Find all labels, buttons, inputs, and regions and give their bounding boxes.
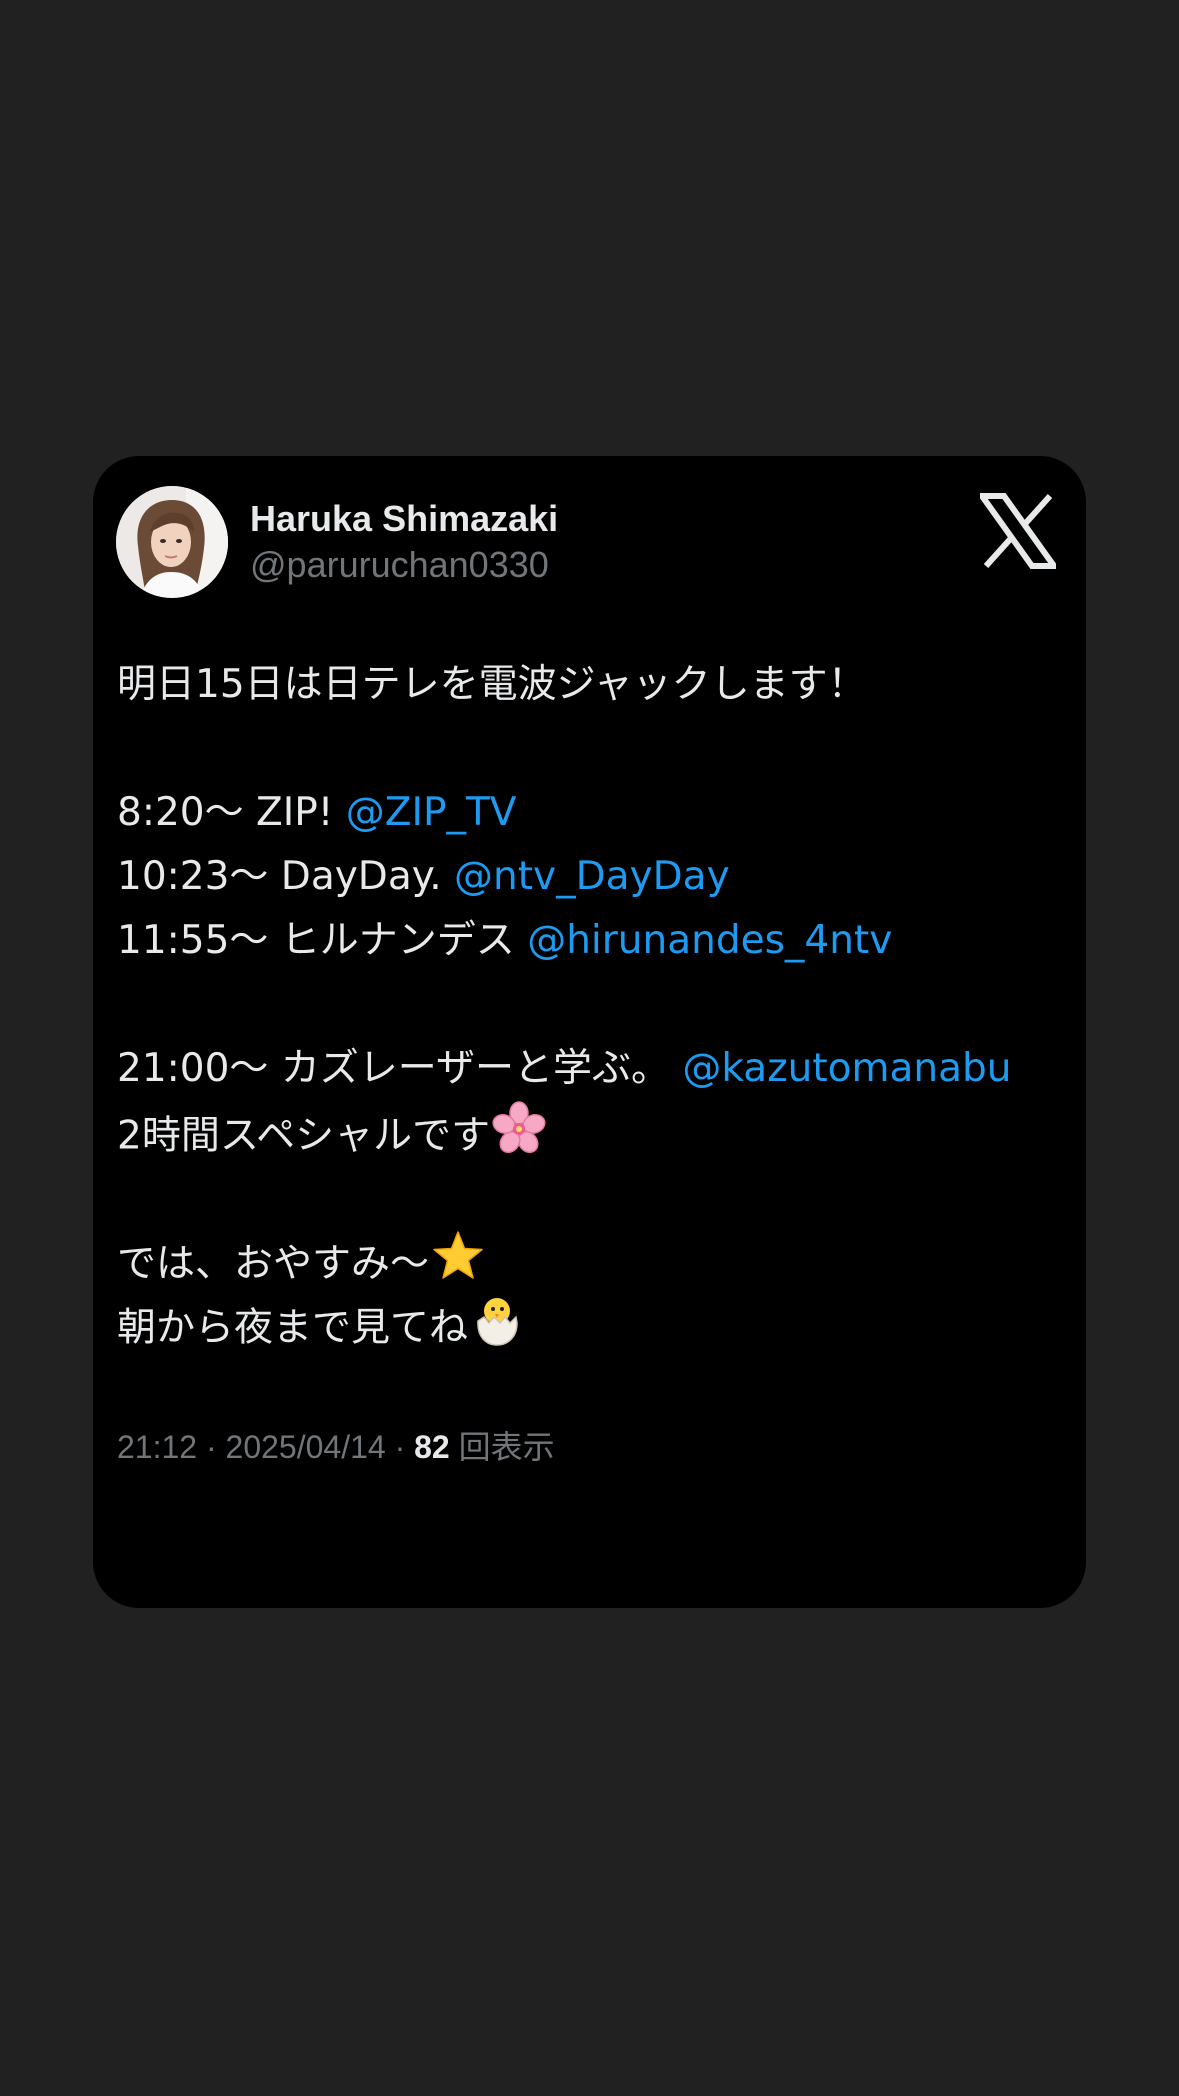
author-display-name[interactable]: Haruka Shimazaki [250, 498, 558, 540]
x-logo-icon[interactable] [976, 493, 1060, 569]
star-icon [431, 1229, 485, 1303]
avatar[interactable] [116, 486, 228, 598]
tweet-line-text: では、おやすみ〜 [117, 1241, 430, 1287]
tweet-text: 明日15日は日テレを電波ジャックします！ 8:20〜 ZIP! @ZIP_TV … [117, 653, 1067, 1357]
tweet-line-text: 朝から夜まで見てね [117, 1305, 469, 1351]
tweet-meta: 21:12 · 2025/04/14 · 82 回表示 [117, 1422, 555, 1468]
tweet-line-text: 明日15日は日テレを電波ジャックします！ [117, 662, 867, 707]
tweet-date[interactable]: 2025/04/14 [226, 1429, 386, 1465]
mention-link-zip-tv[interactable]: @ZIP_TV [346, 790, 517, 835]
avatar-photo-icon [116, 486, 228, 598]
tweet-line: 11:55〜 ヒルナンデス @hirunandes_4ntv [117, 909, 1067, 973]
tweet-line: 10:23〜 DayDay. @ntv_DayDay [117, 845, 1067, 909]
meta-separator: · [197, 1429, 226, 1465]
tweet-line: 2時間スペシャルです [117, 1101, 1067, 1165]
hatching-chick-icon [470, 1293, 524, 1367]
views-label: 回表示 [449, 1429, 555, 1465]
author-handle[interactable]: @paruruchan0330 [250, 544, 549, 586]
program-dayday: 10:23〜 DayDay. [117, 854, 455, 899]
tweet-line: 8:20〜 ZIP! @ZIP_TV [117, 781, 1067, 845]
line-spacer [117, 973, 1067, 1037]
tweet-card: Haruka Shimazaki @paruruchan0330 明日15日は日… [93, 456, 1086, 1608]
program-kazutomanabu: 21:00〜 カズレーザーと学ぶ。 [117, 1046, 683, 1091]
cherry-blossom-icon [492, 1101, 546, 1175]
line-spacer [117, 717, 1067, 781]
meta-separator: · [385, 1429, 415, 1465]
tweet-time[interactable]: 21:12 [117, 1429, 197, 1465]
mention-link-ntv-dayday[interactable]: @ntv_DayDay [454, 854, 730, 899]
tweet-line: 21:00〜 カズレーザーと学ぶ。 @kazutomanabu [117, 1037, 1067, 1101]
tweet-line-text: 2時間スペシャルです [117, 1113, 491, 1159]
tweet-line: では、おやすみ〜 [117, 1229, 1067, 1293]
program-hirunandes: 11:55〜 ヒルナンデス [117, 918, 528, 963]
line-spacer [117, 1165, 1067, 1229]
tweet-line: 朝から夜まで見てね [117, 1293, 1067, 1357]
program-zip: 8:20〜 ZIP! [117, 790, 346, 835]
mention-link-hirunandes[interactable]: @hirunandes_4ntv [527, 918, 892, 963]
views-count: 82 [414, 1429, 450, 1465]
tweet-line: 明日15日は日テレを電波ジャックします！ [117, 653, 1067, 717]
mention-link-kazutomanabu[interactable]: @kazutomanabu [682, 1046, 1011, 1091]
